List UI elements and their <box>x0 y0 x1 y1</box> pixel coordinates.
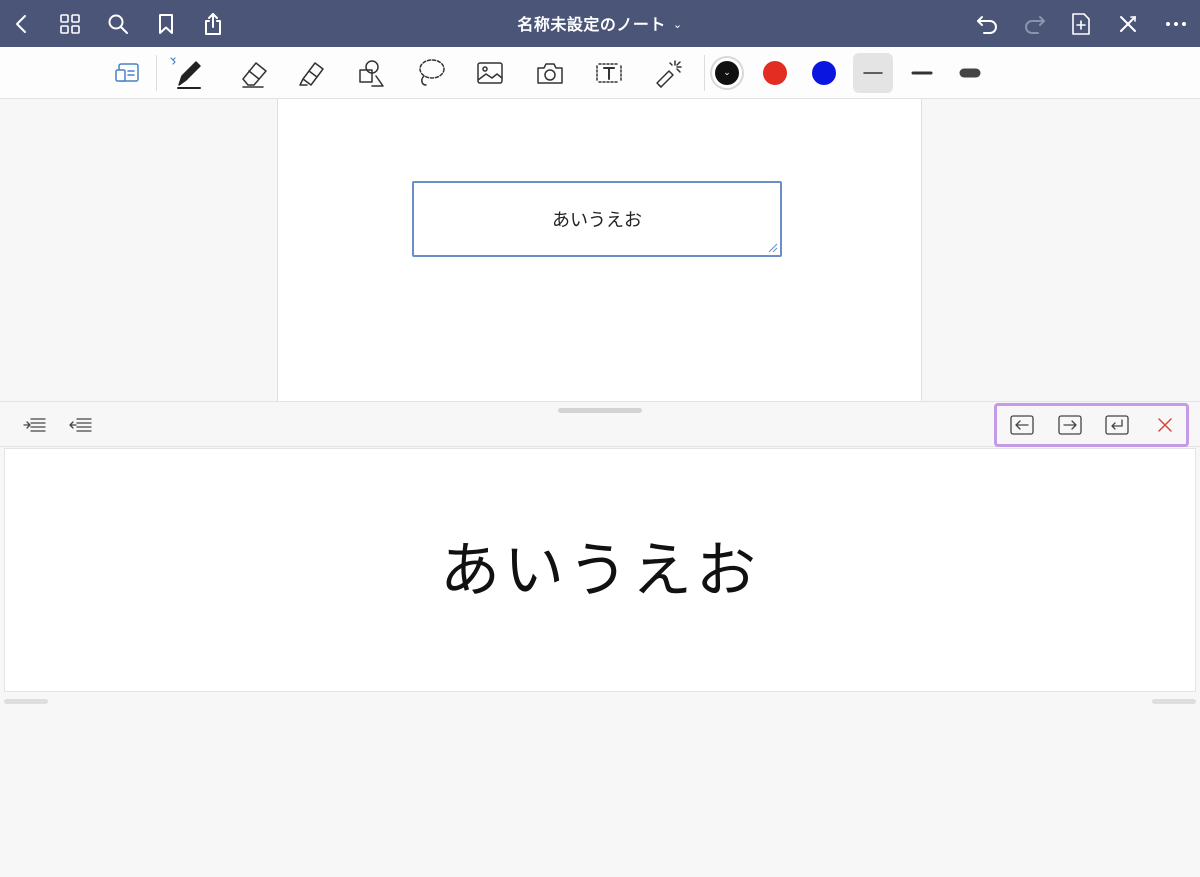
close-icon[interactable] <box>1149 410 1181 440</box>
pen-icon[interactable] <box>165 53 209 93</box>
left-resize-handle[interactable] <box>4 699 48 704</box>
indent-icon[interactable] <box>18 410 50 440</box>
document-title-text: 名称未設定のノート <box>517 15 666 34</box>
close-tools-icon[interactable] <box>1110 6 1146 42</box>
panel-drag-handle[interactable] <box>558 408 642 413</box>
more-icon[interactable] <box>1158 6 1194 42</box>
color-red-swatch[interactable] <box>763 61 787 85</box>
redo-icon[interactable] <box>1017 6 1053 42</box>
text-box-content: あいうえお <box>552 210 642 231</box>
lasso-icon[interactable] <box>411 53 451 93</box>
camera-icon[interactable] <box>530 53 570 93</box>
note-page[interactable]: あいうえお <box>277 99 922 401</box>
color-black-swatch[interactable]: ⌄ <box>715 61 739 85</box>
text-editor[interactable]: あいうえお <box>4 448 1196 692</box>
shapes-icon[interactable] <box>351 53 391 93</box>
toolbar-divider <box>156 55 157 91</box>
toolbar-divider <box>704 55 705 91</box>
page-layout-icon[interactable] <box>108 53 148 93</box>
right-resize-handle[interactable] <box>1152 699 1196 704</box>
tool-bar: ⌄ <box>0 47 1200 99</box>
chevron-down-icon: ⌄ <box>723 68 731 78</box>
move-right-icon[interactable] <box>1054 410 1086 440</box>
goodnotes-app: 名称未設定のノート ⌄ ⌄ あいうえお あいうえお <box>0 0 1200 877</box>
stroke-thin-button[interactable] <box>853 53 893 93</box>
outdent-icon[interactable] <box>64 410 96 440</box>
highlighter-icon[interactable] <box>292 53 332 93</box>
title-chevron-down-icon: ⌄ <box>672 18 683 31</box>
return-icon[interactable] <box>1101 410 1133 440</box>
text-icon[interactable] <box>589 53 629 93</box>
lower-canvas-area <box>0 693 1200 877</box>
text-box[interactable]: あいうえお <box>412 181 782 257</box>
image-icon[interactable] <box>470 53 510 93</box>
title-bar: 名称未設定のノート ⌄ <box>0 0 1200 47</box>
move-left-icon[interactable] <box>1006 410 1038 440</box>
resize-handle-icon[interactable] <box>766 241 778 253</box>
eraser-icon[interactable] <box>234 53 274 93</box>
stroke-medium-button[interactable] <box>902 53 942 93</box>
undo-icon[interactable] <box>969 6 1005 42</box>
text-edit-panel-bar <box>0 401 1200 447</box>
color-blue-swatch[interactable] <box>812 61 836 85</box>
stroke-thick-button[interactable] <box>950 53 990 93</box>
add-page-icon[interactable] <box>1063 6 1099 42</box>
editor-text[interactable]: あいうえお <box>440 522 760 609</box>
laser-pointer-icon[interactable] <box>648 53 688 93</box>
